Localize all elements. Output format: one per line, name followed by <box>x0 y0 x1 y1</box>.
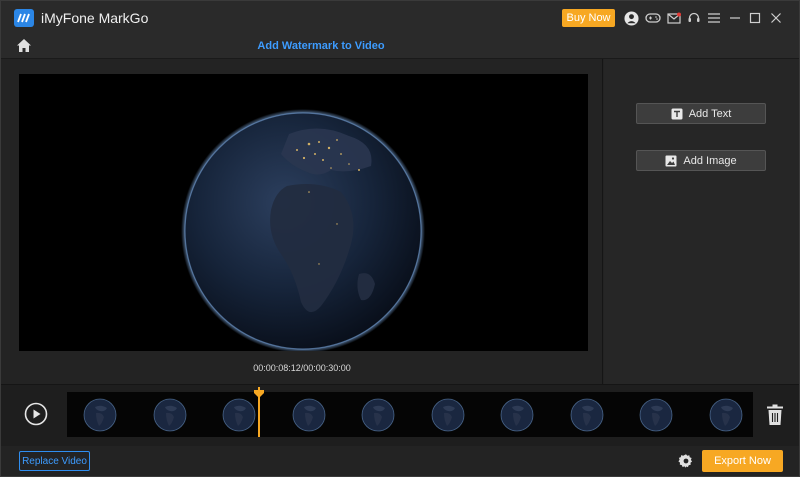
frame-thumbnail <box>222 398 256 432</box>
mail-icon[interactable] <box>666 10 682 26</box>
video-editor-area: 00:00:08:12/00:00:30:00 <box>1 59 603 384</box>
minimize-icon[interactable] <box>727 10 743 26</box>
app-logo-icon <box>14 9 34 27</box>
frame-thumbnail <box>639 398 673 432</box>
video-timecode: 00:00:08:12/00:00:30:00 <box>253 363 351 373</box>
frame-thumbnail <box>709 398 743 432</box>
timeline <box>1 384 799 446</box>
gamepad-icon[interactable] <box>645 10 661 26</box>
frame-thumbnail <box>500 398 534 432</box>
gear-icon[interactable] <box>678 453 694 469</box>
play-icon[interactable] <box>24 402 48 426</box>
text-icon <box>671 108 683 119</box>
add-image-label: Add Image <box>683 154 737 167</box>
page-title: Add Watermark to Video <box>257 40 385 52</box>
export-now-button[interactable]: Export Now <box>702 450 783 472</box>
maximize-icon[interactable] <box>747 10 763 26</box>
frame-thumbnail <box>431 398 465 432</box>
title-bar[interactable]: iMyFone MarkGo Buy Now <box>1 1 799 35</box>
playhead-handle[interactable] <box>254 385 265 398</box>
bottom-bar: Replace Video Export Now <box>1 446 799 476</box>
trash-icon[interactable] <box>766 404 784 426</box>
image-icon <box>665 155 677 166</box>
frame-strip[interactable] <box>67 392 753 437</box>
frame-thumbnail <box>153 398 187 432</box>
replace-video-button[interactable]: Replace Video <box>19 451 90 471</box>
add-image-button[interactable]: Add Image <box>636 150 766 171</box>
close-icon[interactable] <box>768 10 784 26</box>
frame-thumbnail <box>361 398 395 432</box>
frame-thumbnail <box>83 398 117 432</box>
video-preview[interactable] <box>19 74 588 351</box>
account-icon[interactable] <box>623 10 639 26</box>
buy-now-button[interactable]: Buy Now <box>562 9 615 27</box>
add-text-button[interactable]: Add Text <box>636 103 766 124</box>
add-text-label: Add Text <box>688 107 732 120</box>
frame-thumbnail <box>292 398 326 432</box>
app-title: iMyFone MarkGo <box>41 10 149 26</box>
frame-thumbnail <box>570 398 604 432</box>
app-window: iMyFone MarkGo Buy Now Add Watermark to … <box>0 0 800 477</box>
watermark-tools-panel: Add Text Add Image <box>604 59 799 384</box>
menu-icon[interactable] <box>706 10 722 26</box>
support-icon[interactable] <box>686 10 702 26</box>
header-bar: Add Watermark to Video <box>1 35 799 59</box>
